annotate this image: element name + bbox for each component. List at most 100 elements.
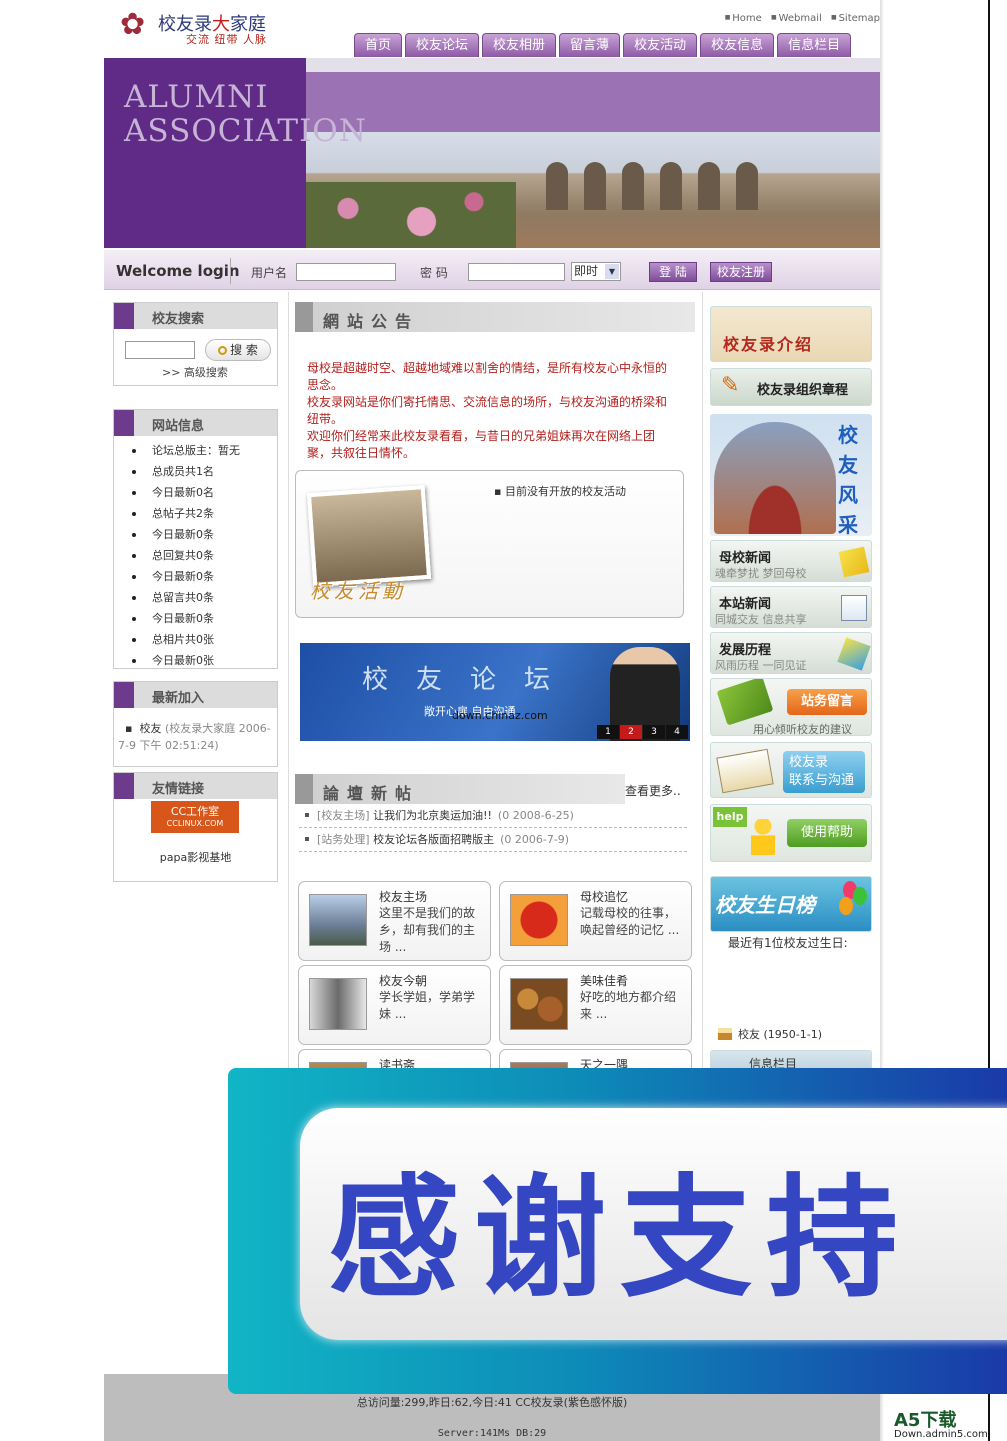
intro-link[interactable]: 校友录介绍 xyxy=(710,306,872,362)
list-item: 总回复共0条 xyxy=(114,545,277,566)
password-input[interactable] xyxy=(468,263,565,281)
list-item: 总相片共0张 xyxy=(114,629,277,650)
charter-link[interactable]: ✎ 校友录组织章程 xyxy=(710,368,872,406)
search-button[interactable]: 搜 索 xyxy=(205,339,271,361)
alumni-style-link[interactable]: 校友风采 xyxy=(710,414,872,536)
cclinux-logo[interactable]: CC工作室 CCLINUX.COM xyxy=(151,801,239,833)
activity-empty-text: ▪ 目前没有开放的校友活动 xyxy=(494,485,626,498)
tile-home-court[interactable]: 校友主场 这里不是我们的故乡，却有我们的主场 ... xyxy=(298,881,491,961)
building-arch xyxy=(660,162,682,210)
flowers-image xyxy=(306,182,516,248)
forum-banner-title: 校友论坛 xyxy=(362,665,579,695)
top-links: Home Webmail Sitemap xyxy=(719,13,880,24)
list-item: 今日最新0条 xyxy=(114,524,277,545)
help-tag: help xyxy=(713,807,747,827)
home-link[interactable]: Home xyxy=(725,13,762,24)
building-image xyxy=(309,894,367,946)
tile-today[interactable]: 校友今朝 学长学姐，学弟学妹 ... xyxy=(298,965,491,1045)
banner-page-2[interactable]: 2 xyxy=(620,725,642,739)
login-mode-select[interactable]: 即时 ▼ xyxy=(571,262,621,281)
open-book-icon xyxy=(716,748,774,794)
username-label: 用户名 xyxy=(251,266,288,280)
forum-banner-url: down.chinaz.com xyxy=(452,709,548,722)
nav-alumni-info[interactable]: 校友信息 xyxy=(700,33,775,57)
site-logo[interactable]: ✿ 校友录大家庭 交流 纽带 人脉 xyxy=(120,8,290,48)
building-arch xyxy=(622,162,644,210)
webmail-link[interactable]: Webmail xyxy=(771,13,822,24)
nav-info-column[interactable]: 信息栏目 xyxy=(777,33,852,57)
help-panel[interactable]: help 使用帮助 xyxy=(710,804,872,862)
username-input[interactable] xyxy=(296,263,396,281)
help-button[interactable]: 使用帮助 xyxy=(787,819,867,847)
list-item: 今日最新0张 xyxy=(114,650,277,671)
register-button[interactable]: 校友注册 xyxy=(710,262,772,282)
banner-page-3[interactable]: 3 xyxy=(643,725,665,739)
friend-links-header: 友情链接 xyxy=(114,773,277,799)
overlay-ad-text: 感谢支持 xyxy=(328,1162,912,1316)
activity-label: 校友活動 xyxy=(310,579,406,603)
nav-home[interactable]: 首页 xyxy=(354,33,403,57)
tile-memories[interactable]: 母校追忆 记载母校的往事，唤起曾经的记忆 ... xyxy=(499,881,692,961)
notice-text: 母校是超越时空、超越地域难以割舍的情结，是所有校友心中永恒的思念。 校友录网站是… xyxy=(307,361,668,460)
campus-photo xyxy=(306,132,880,248)
advanced-search-link[interactable]: >> 高级搜索 xyxy=(162,364,228,380)
pencil-icon: ✎ xyxy=(721,373,740,398)
member-name-link[interactable]: 校友 xyxy=(139,722,161,735)
contact-panel[interactable]: 校友录 联系与沟通 xyxy=(710,742,872,798)
site-message-button[interactable]: 站务留言 xyxy=(787,689,867,715)
banner-page-1[interactable]: 1 xyxy=(597,725,619,739)
list-item: 今日最新0条 xyxy=(114,608,277,629)
site-info-list: 论坛总版主：暂无 总成员共1名 今日最新0名 总帖子共2条 今日最新0条 总回复… xyxy=(114,436,277,671)
list-item: 总留言共0条 xyxy=(114,587,277,608)
contact-button[interactable]: 校友录 联系与沟通 xyxy=(783,751,865,793)
maple-leaf-image xyxy=(510,894,568,946)
campus-building-image xyxy=(714,422,836,534)
site-info-header: 网站信息 xyxy=(114,410,277,436)
search-icon xyxy=(218,346,228,355)
overlay-ad-panel: 感谢支持 xyxy=(300,1108,1007,1340)
person-icon xyxy=(751,819,775,855)
birthday-text: 最近有1位校友过生日: xyxy=(728,936,848,950)
balloon-icon xyxy=(839,897,853,915)
post-row[interactable]: [校友主场] 让我们为北京奥运加油!! (0 2008-6-25) xyxy=(299,804,687,828)
post-row[interactable]: [站务处理] 校友论坛各版面招聘版主 (0 2006-7-9) xyxy=(299,828,687,852)
search-input[interactable] xyxy=(125,341,195,359)
school-news-link[interactable]: 母校新闻 魂牵梦扰 梦回母校 xyxy=(710,540,872,582)
banner-strip xyxy=(306,72,880,132)
notebook-icon xyxy=(716,679,774,726)
activity-box: 校友活動 ▪ 目前没有开放的校友活动 xyxy=(295,470,684,618)
forum-banner[interactable]: 校友论坛 敞开心扉 自由沟通 down.chinaz.com 1 2 3 4 xyxy=(300,643,690,741)
nav-guestbook[interactable]: 留言薄 xyxy=(559,33,621,57)
newest-member-entry: ▪ 校友 (校友录大家庭 2006-7-9 下午 02:51:24) xyxy=(118,722,271,752)
list-item: 今日最新0名 xyxy=(114,482,277,503)
header-banner: ALUMNI ASSOCIATION xyxy=(104,58,880,248)
nav-forum[interactable]: 校友论坛 xyxy=(405,33,480,57)
view-more-link[interactable]: 查看更多.. xyxy=(625,782,681,799)
banner-title: ALUMNI ASSOCIATION xyxy=(124,79,367,149)
list-item: 总帖子共2条 xyxy=(114,503,277,524)
cake-icon xyxy=(718,1028,732,1040)
login-divider xyxy=(230,258,231,284)
sitemap-link[interactable]: Sitemap xyxy=(831,13,880,24)
building-arch xyxy=(584,162,606,210)
site-news-link[interactable]: 本站新闻 同城交友 信息共享 xyxy=(710,586,872,628)
tile-food[interactable]: 美味佳肴 好吃的地方都介绍来 ... xyxy=(499,965,692,1045)
banner-page-4[interactable]: 4 xyxy=(666,725,688,739)
password-label: 密 码 xyxy=(420,266,448,280)
list-item: 今日最新0条 xyxy=(114,566,277,587)
history-link[interactable]: 发展历程 风雨历程 一同见证 xyxy=(710,632,872,674)
pencil-box-icon xyxy=(837,637,871,671)
flower-logo-icon: ✿ xyxy=(120,7,146,42)
login-button[interactable]: 登 陆 xyxy=(649,262,697,282)
alumni-search-box: 校友搜索 搜 索 >> 高级搜索 xyxy=(113,302,278,386)
list-item: 总成员共1名 xyxy=(114,461,277,482)
alumni-style-title: 校友风采 xyxy=(838,423,858,536)
nav-activities[interactable]: 校友活动 xyxy=(623,33,698,57)
nav-album[interactable]: 校友相册 xyxy=(482,33,557,57)
birthday-item[interactable]: 校友 (1950-1-1) xyxy=(718,1026,822,1042)
chevron-down-icon: ▼ xyxy=(605,264,619,279)
footer-stats: 总访问量:299,昨日:62,今日:41 CC校友录(紫色感怀版) xyxy=(356,1396,628,1409)
friend-link-item[interactable]: papa影视基地 xyxy=(114,849,277,865)
overlay-ad[interactable]: 感谢支持 xyxy=(228,1068,1007,1394)
site-message-panel[interactable]: 站务留言 用心倾听校友的建议 xyxy=(710,678,872,736)
